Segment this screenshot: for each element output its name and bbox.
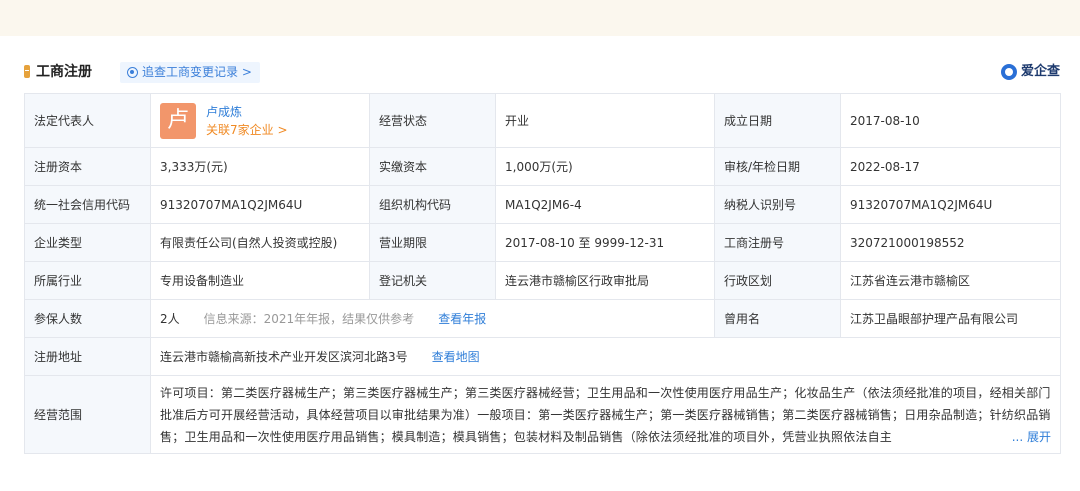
credit-code-label: 统一社会信用代码 <box>24 185 151 224</box>
section-icon <box>24 65 30 78</box>
trace-changes-label: 追查工商变更记录 > <box>142 65 252 79</box>
section-header: 工商注册 追查工商变更记录 > 爱企查 <box>24 62 1060 83</box>
taxpayer-id-value: 91320707MA1Q2JM64U <box>840 185 1061 224</box>
table-row: 经营范围 许可项目：第二类医疗器械生产；第三类医疗器械生产；第三类医疗器械经营；… <box>24 375 1061 454</box>
insured-source-note: 信息来源：2021年年报，结果仅供参考 <box>203 311 415 326</box>
former-name-label: 曾用名 <box>714 299 841 338</box>
former-name-value: 江苏卫晶眼部护理产品有限公司 <box>840 299 1061 338</box>
address-value: 连云港市赣榆高新技术产业开发区滨河北路3号 <box>160 349 408 364</box>
business-registration-card: 工商注册 追查工商变更记录 > 爱企查 法定代表人 卢 卢成炼 关联7家企业 > <box>0 36 1080 491</box>
founded-label: 成立日期 <box>714 93 841 148</box>
legal-rep-cell: 卢 卢成炼 关联7家企业 > <box>150 93 370 148</box>
reg-capital-value: 3,333万(元) <box>150 147 370 186</box>
founded-value: 2017-08-10 <box>840 93 1061 148</box>
term-value: 2017-08-10 至 9999-12-31 <box>495 223 715 262</box>
paid-capital-label: 实缴资本 <box>369 147 496 186</box>
status-value: 开业 <box>495 93 715 148</box>
trace-icon <box>127 67 138 78</box>
table-row: 所属行业 专用设备制造业 登记机关 连云港市赣榆区行政审批局 行政区划 江苏省连… <box>24 261 1061 300</box>
trace-changes-button[interactable]: 追查工商变更记录 > <box>120 62 260 83</box>
taxpayer-id-label: 纳税人识别号 <box>714 185 841 224</box>
company-type-value: 有限责任公司(自然人投资或控股) <box>150 223 370 262</box>
table-row: 注册资本 3,333万(元) 实缴资本 1,000万(元) 审核/年检日期 20… <box>24 147 1061 186</box>
legal-rep-label: 法定代表人 <box>24 93 151 148</box>
credit-code-value: 91320707MA1Q2JM64U <box>150 185 370 224</box>
insured-label: 参保人数 <box>24 299 151 338</box>
authority-label: 登记机关 <box>369 261 496 300</box>
company-type-label: 企业类型 <box>24 223 151 262</box>
brand-logo[interactable]: 爱企查 <box>1000 62 1060 82</box>
org-code-value: MA1Q2JM6-4 <box>495 185 715 224</box>
legal-rep-name-link[interactable]: 卢成炼 <box>206 103 288 121</box>
scope-cell: 许可项目：第二类医疗器械生产；第三类医疗器械生产；第三类医疗器械经营；卫生用品和… <box>150 375 1061 454</box>
table-row: 企业类型 有限责任公司(自然人投资或控股) 营业期限 2017-08-10 至 … <box>24 223 1061 262</box>
scope-label: 经营范围 <box>24 375 151 454</box>
status-label: 经营状态 <box>369 93 496 148</box>
insured-cell: 2人 信息来源：2021年年报，结果仅供参考 查看年报 <box>150 299 715 338</box>
term-label: 营业期限 <box>369 223 496 262</box>
industry-value: 专用设备制造业 <box>150 261 370 300</box>
table-row: 统一社会信用代码 91320707MA1Q2JM64U 组织机构代码 MA1Q2… <box>24 185 1061 224</box>
insured-value: 2人 <box>160 311 180 326</box>
reg-capital-label: 注册资本 <box>24 147 151 186</box>
approval-date-value: 2022-08-17 <box>840 147 1061 186</box>
org-code-label: 组织机构代码 <box>369 185 496 224</box>
authority-value: 连云港市赣榆区行政审批局 <box>495 261 715 300</box>
address-label: 注册地址 <box>24 337 151 376</box>
legal-rep-avatar[interactable]: 卢 <box>160 102 196 139</box>
region-value: 江苏省连云港市赣榆区 <box>840 261 1061 300</box>
address-cell: 连云港市赣榆高新技术产业开发区滨河北路3号 查看地图 <box>150 337 1061 376</box>
paid-capital-value: 1,000万(元) <box>495 147 715 186</box>
table-row: 注册地址 连云港市赣榆高新技术产业开发区滨河北路3号 查看地图 <box>24 337 1061 376</box>
brand-search-icon <box>1000 64 1017 80</box>
view-annual-report-link[interactable]: 查看年报 <box>438 312 486 326</box>
section-title: 工商注册 <box>36 64 92 80</box>
region-label: 行政区划 <box>714 261 841 300</box>
related-companies-link[interactable]: 关联7家企业 > <box>206 121 288 139</box>
reg-no-value: 320721000198552 <box>840 223 1061 262</box>
scope-value: 许可项目：第二类医疗器械生产；第三类医疗器械生产；第三类医疗器械经营；卫生用品和… <box>160 385 1051 444</box>
industry-label: 所属行业 <box>24 261 151 300</box>
brand-name: 爱企查 <box>1020 64 1060 79</box>
scope-expand-link[interactable]: ... 展开 <box>1007 426 1051 448</box>
approval-date-label: 审核/年检日期 <box>714 147 841 186</box>
registration-table: 法定代表人 卢 卢成炼 关联7家企业 > 经营状态 开业 成立日期 2017-0… <box>24 93 1061 454</box>
reg-no-label: 工商注册号 <box>714 223 841 262</box>
table-row: 法定代表人 卢 卢成炼 关联7家企业 > 经营状态 开业 成立日期 2017-0… <box>24 93 1061 148</box>
table-row: 参保人数 2人 信息来源：2021年年报，结果仅供参考 查看年报 曾用名 江苏卫晶眼… <box>24 299 1061 338</box>
view-map-link[interactable]: 查看地图 <box>432 350 480 364</box>
